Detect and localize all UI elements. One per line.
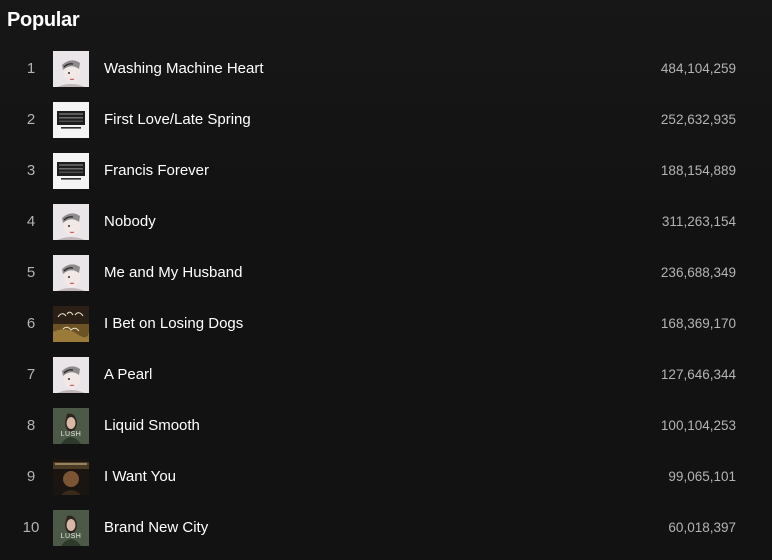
play-count: 188,154,889 bbox=[660, 163, 736, 178]
track-row[interactable]: 4 Nobody 311,263,154 bbox=[0, 196, 772, 247]
track-title[interactable]: I Want You bbox=[104, 451, 176, 502]
track-row[interactable]: 9 I Want You 99,065,101 bbox=[0, 451, 772, 502]
track-row[interactable]: 7 A Pearl 127,646,344 bbox=[0, 349, 772, 400]
album-cover-image bbox=[53, 51, 89, 87]
track-title[interactable]: First Love/Late Spring bbox=[104, 94, 251, 145]
track-title[interactable]: Liquid Smooth bbox=[104, 400, 200, 451]
track-number: 5 bbox=[26, 264, 36, 281]
album-cover-image bbox=[53, 255, 89, 291]
album-art bbox=[53, 255, 89, 291]
track-row[interactable]: 10 LUSH Brand New City 60,018,397 bbox=[0, 502, 772, 553]
track-row[interactable]: 8 LUSH Liquid Smooth 100,104,253 bbox=[0, 400, 772, 451]
track-number: 1 bbox=[26, 60, 36, 77]
album-cover-image bbox=[53, 102, 89, 138]
album-art bbox=[53, 459, 89, 495]
track-title[interactable]: Brand New City bbox=[104, 502, 208, 553]
album-cover-image: LUSH bbox=[53, 408, 89, 444]
album-art bbox=[53, 357, 89, 393]
track-title[interactable]: A Pearl bbox=[104, 349, 152, 400]
album-cover-image bbox=[53, 204, 89, 240]
track-number: 2 bbox=[26, 111, 36, 128]
album-cover-image bbox=[53, 459, 89, 495]
track-number: 9 bbox=[26, 468, 36, 485]
play-count: 168,369,170 bbox=[660, 316, 736, 331]
track-number: 3 bbox=[26, 162, 36, 179]
track-number: 7 bbox=[26, 366, 36, 383]
play-count: 60,018,397 bbox=[668, 520, 736, 535]
track-number: 4 bbox=[26, 213, 36, 230]
play-count: 252,632,935 bbox=[660, 112, 736, 127]
track-list: 1 Washing Machine Heart 484,104,259 2 Fi… bbox=[0, 43, 772, 553]
track-row[interactable]: 3 Francis Forever 188,154,889 bbox=[0, 145, 772, 196]
track-title[interactable]: Francis Forever bbox=[104, 145, 209, 196]
track-number: 8 bbox=[26, 417, 36, 434]
track-title[interactable]: I Bet on Losing Dogs bbox=[104, 298, 243, 349]
album-cover-image: LUSH bbox=[53, 510, 89, 546]
play-count: 311,263,154 bbox=[661, 214, 736, 229]
album-cover-image bbox=[53, 153, 89, 189]
album-cover-image bbox=[53, 306, 89, 342]
svg-text:LUSH: LUSH bbox=[61, 533, 82, 540]
track-title[interactable]: Me and My Husband bbox=[104, 247, 242, 298]
track-title[interactable]: Nobody bbox=[104, 196, 156, 247]
svg-text:LUSH: LUSH bbox=[61, 431, 82, 438]
track-title[interactable]: Washing Machine Heart bbox=[104, 43, 264, 94]
track-number: 6 bbox=[26, 315, 36, 332]
play-count: 127,646,344 bbox=[660, 367, 736, 382]
track-row[interactable]: 1 Washing Machine Heart 484,104,259 bbox=[0, 43, 772, 94]
play-count: 100,104,253 bbox=[660, 418, 736, 433]
album-cover-image bbox=[53, 357, 89, 393]
play-count: 236,688,349 bbox=[660, 265, 736, 280]
play-count: 484,104,259 bbox=[660, 61, 736, 76]
album-art: LUSH bbox=[53, 408, 89, 444]
album-art: LUSH bbox=[53, 510, 89, 546]
track-row[interactable]: 2 First Love/Late Spring 252,632,935 bbox=[0, 94, 772, 145]
popular-tracks-section: Popular 1 Washing Machine Heart 484,104,… bbox=[0, 0, 772, 560]
section-title: Popular bbox=[7, 9, 80, 31]
track-row[interactable]: 5 Me and My Husband 236,688,349 bbox=[0, 247, 772, 298]
play-count: 99,065,101 bbox=[668, 469, 736, 484]
track-number: 10 bbox=[22, 519, 40, 536]
track-row[interactable]: 6 I Bet on Losing Dogs 168,369,170 bbox=[0, 298, 772, 349]
album-art bbox=[53, 51, 89, 87]
album-art bbox=[53, 102, 89, 138]
album-art bbox=[53, 306, 89, 342]
album-art bbox=[53, 204, 89, 240]
album-art bbox=[53, 153, 89, 189]
